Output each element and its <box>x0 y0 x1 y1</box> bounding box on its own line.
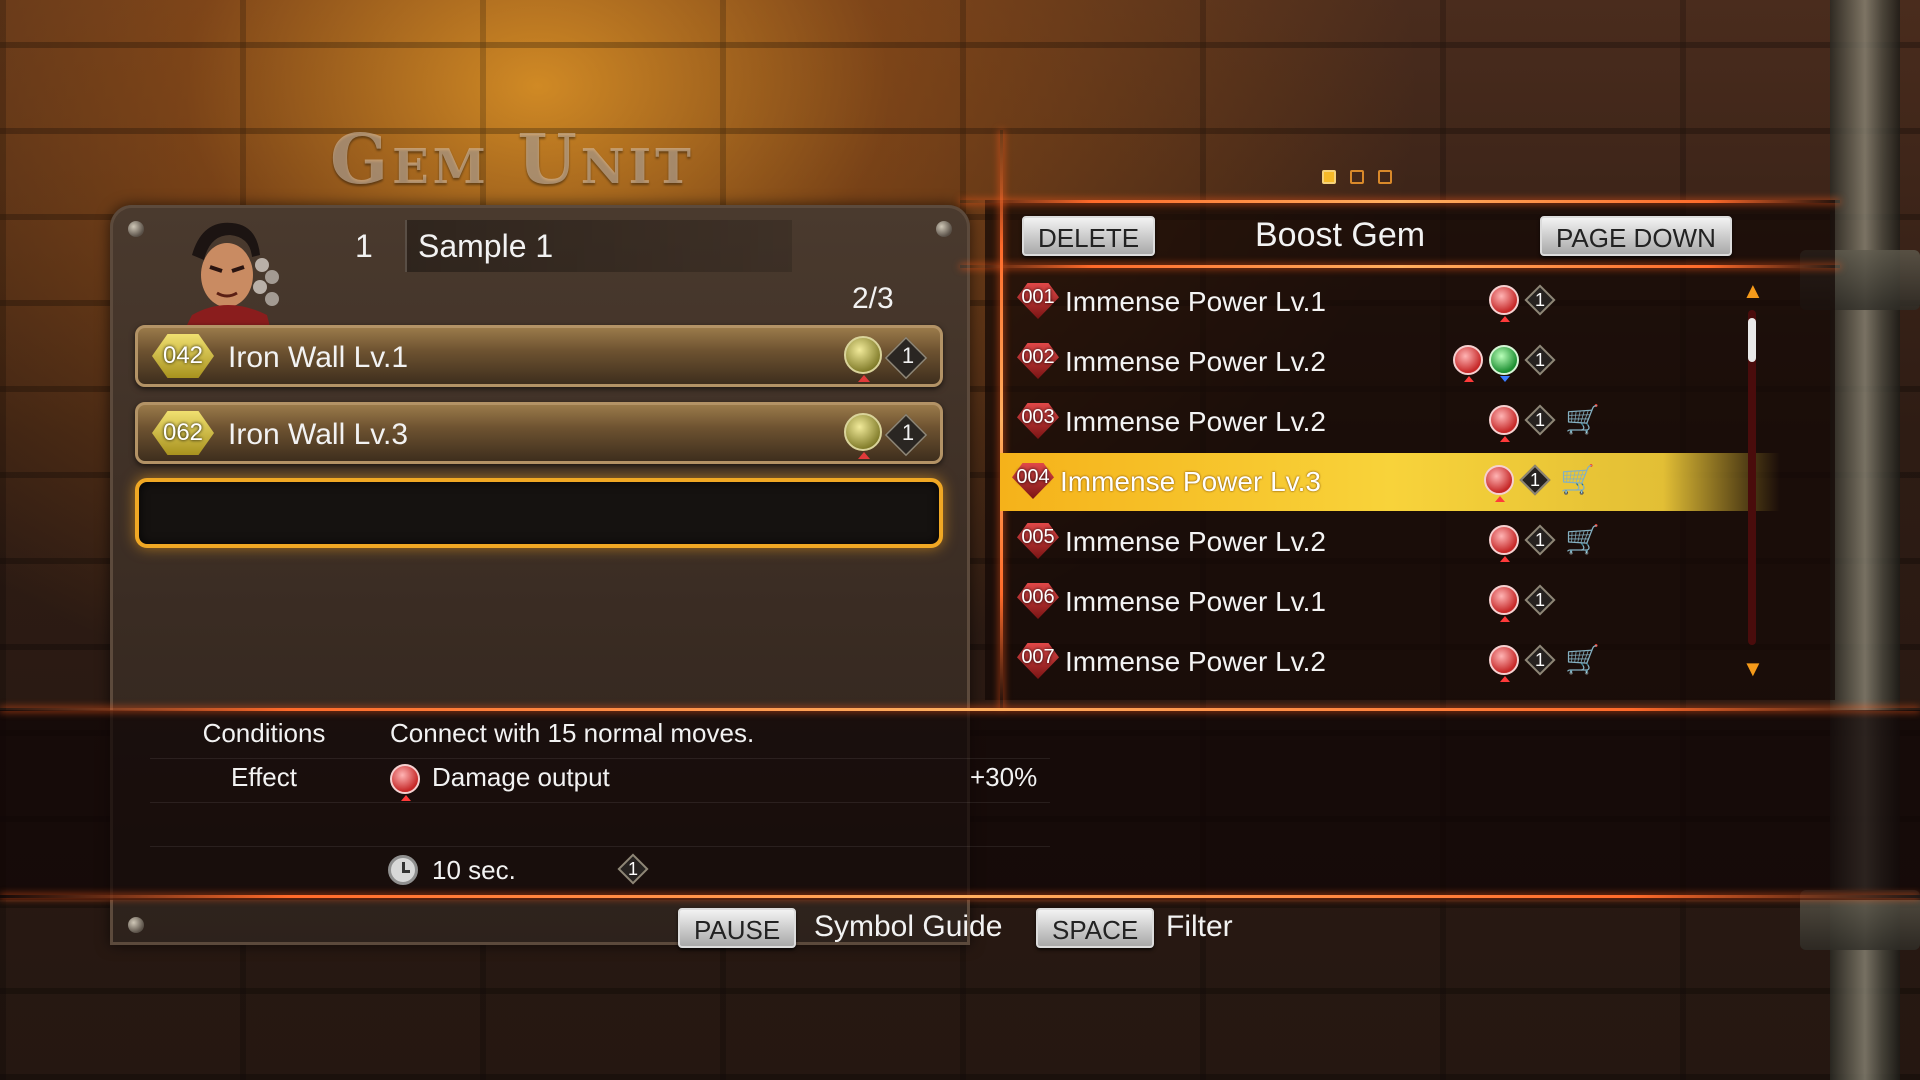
page-indicator <box>1322 170 1392 184</box>
gem-list-title: Boost Gem <box>1255 216 1426 254</box>
effect-row-empty <box>150 806 1050 847</box>
power-gem-icon <box>1489 405 1519 442</box>
scroll-up-icon[interactable]: ▲ <box>1742 278 1764 304</box>
clock-icon <box>388 855 418 885</box>
delete-button[interactable]: DELETE <box>1022 216 1156 256</box>
effect-row: Effect Damage output +30% <box>150 762 1050 803</box>
duration-value: 10 sec. <box>432 855 516 885</box>
conditions-value: Connect with 15 normal moves. <box>390 718 755 748</box>
defense-gem-icon <box>844 413 882 459</box>
page-dot-3[interactable] <box>1378 170 1392 184</box>
symbol-guide-label: Symbol Guide <box>814 910 1003 943</box>
divider-line <box>0 708 1920 711</box>
deck-name: Sample 1 <box>418 228 554 264</box>
space-key-button[interactable]: SPACE <box>1036 908 1155 948</box>
speed-gem-icon <box>1489 345 1519 382</box>
gem-cost: 1 <box>1534 590 1545 610</box>
defense-gem-icon <box>844 336 882 382</box>
cost-badge: 1 <box>1519 464 1551 496</box>
gem-id: 001 <box>1021 286 1055 308</box>
gem-list-item[interactable]: 002 Immense Power Lv.2 1 <box>1005 333 1745 391</box>
cost-value: 1 <box>627 859 638 879</box>
power-gem-icon <box>1484 465 1514 502</box>
power-gem-icon <box>1489 285 1519 322</box>
slot-gem-name: Iron Wall Lv.3 <box>228 418 409 451</box>
divider-line <box>960 265 1840 268</box>
conditions-row: Conditions Connect with 15 normal moves. <box>150 718 1050 759</box>
cost-badge: 1 <box>1524 344 1556 376</box>
rivet <box>128 221 144 237</box>
cost-badge: 1 <box>1524 584 1556 616</box>
gem-cost: 1 <box>1534 290 1545 310</box>
cost-badge: 1 <box>617 853 649 885</box>
cost-badge: 1 <box>1524 404 1556 436</box>
rivet <box>936 221 952 237</box>
slot-gem-cost: 1 <box>901 343 915 368</box>
gem-name: Immense Power Lv.3 <box>1060 466 1321 497</box>
divider-line <box>0 895 1920 898</box>
power-gem-icon <box>390 764 420 801</box>
deck-slot-count: 2/3 <box>852 282 894 315</box>
effect-name: Damage output <box>432 762 610 792</box>
page-dot-1[interactable] <box>1322 170 1336 184</box>
gem-name: Immense Power Lv.2 <box>1065 406 1326 437</box>
gem-id: 005 <box>1021 526 1055 548</box>
slot-gem-cost: 1 <box>901 420 915 445</box>
slot-gem-name: Iron Wall Lv.1 <box>228 341 409 374</box>
gem-name: Immense Power Lv.1 <box>1065 286 1326 317</box>
divider-line <box>960 200 1840 203</box>
gem-cost: 1 <box>1529 470 1540 490</box>
gem-cost: 1 <box>1534 650 1545 670</box>
gem-cost: 1 <box>1534 530 1545 550</box>
gem-name: Immense Power Lv.2 <box>1065 346 1326 377</box>
power-gem-icon <box>1489 525 1519 562</box>
shop-cart-icon: 🛒 <box>1565 404 1600 435</box>
rivet <box>128 917 144 933</box>
gem-cost: 1 <box>1534 410 1545 430</box>
scrollbar-thumb[interactable] <box>1748 318 1756 362</box>
deck-number: 1 <box>355 228 373 264</box>
deck-slot-3-empty[interactable] <box>135 478 943 548</box>
cost-badge: 1 <box>1524 524 1556 556</box>
effect-value: +30% <box>970 762 1038 792</box>
gem-id: 003 <box>1021 406 1055 428</box>
shop-cart-icon: 🛒 <box>1560 464 1595 495</box>
gem-list-item[interactable]: 001 Immense Power Lv.1 1 <box>1005 273 1745 331</box>
power-gem-icon <box>1453 345 1483 382</box>
gem-list-item[interactable]: 005 Immense Power Lv.2 1 🛒 <box>1005 513 1745 571</box>
gem-name: Immense Power Lv.2 <box>1065 526 1326 557</box>
conditions-label: Conditions <box>202 718 326 748</box>
cost-badge: 1 <box>1524 644 1556 676</box>
gem-id: 004 <box>1016 466 1050 488</box>
gem-name: Immense Power Lv.1 <box>1065 586 1326 617</box>
slot-gem-id: 062 <box>162 419 204 446</box>
gem-id: 007 <box>1021 646 1055 668</box>
gem-list-item[interactable]: 006 Immense Power Lv.1 1 <box>1005 573 1745 631</box>
gem-list-item[interactable]: 003 Immense Power Lv.2 1 🛒 <box>1005 393 1745 451</box>
slot-gem-id: 042 <box>162 342 204 369</box>
gem-list-item[interactable]: 007 Immense Power Lv.2 1 🛒 <box>1005 633 1745 691</box>
effect-label: Effect <box>230 762 297 792</box>
pause-key-button[interactable]: PAUSE <box>678 908 797 948</box>
gem-id: 006 <box>1021 586 1055 608</box>
shop-cart-icon: 🛒 <box>1565 644 1600 675</box>
gem-name: Immense Power Lv.2 <box>1065 646 1326 677</box>
screen-title: Gem Unit <box>330 120 695 200</box>
character-portrait-icon <box>182 222 279 335</box>
page-dot-2[interactable] <box>1350 170 1364 184</box>
shop-cart-icon: 🛒 <box>1565 524 1600 555</box>
scroll-down-icon[interactable]: ▼ <box>1742 656 1764 682</box>
gem-id: 002 <box>1021 346 1055 368</box>
page-down-button[interactable]: PAGE DOWN <box>1540 216 1732 256</box>
cost-badge: 1 <box>1524 284 1556 316</box>
gem-cost: 1 <box>1534 350 1545 370</box>
divider-line <box>1000 130 1003 710</box>
deck-slot-2[interactable]: 062 Iron Wall Lv.3 1 <box>135 402 943 464</box>
power-gem-icon <box>1489 585 1519 622</box>
gem-list-item[interactable]: 004 Immense Power Lv.3 1 🛒 <box>1000 453 1780 511</box>
power-gem-icon <box>1489 645 1519 682</box>
filter-label: Filter <box>1166 910 1233 943</box>
deck-slot-1[interactable]: 042 Iron Wall Lv.1 1 <box>135 325 943 387</box>
